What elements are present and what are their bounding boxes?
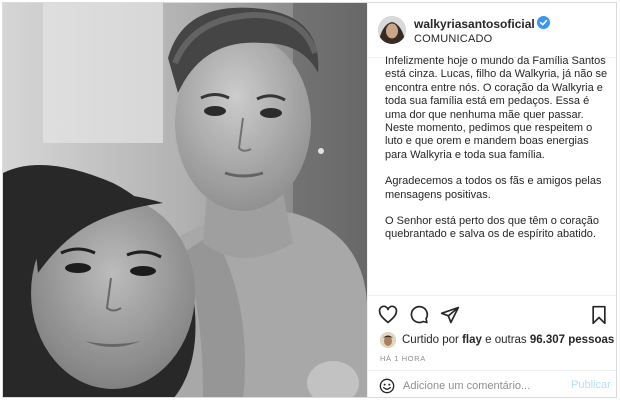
likes-summary: Curtido por flay e outras 96.307 pessoas bbox=[380, 332, 616, 350]
emoji-icon[interactable] bbox=[379, 378, 395, 394]
comment-bar: Publicar bbox=[368, 370, 616, 397]
likes-text: Curtido por flay e outras 96.307 pessoas bbox=[402, 334, 614, 346]
avatar-image bbox=[378, 16, 406, 44]
liker-username[interactable]: flay bbox=[462, 334, 482, 346]
publish-button[interactable]: Publicar bbox=[571, 379, 611, 391]
caption-paragraph: O Senhor está perto dos que têm o coraçã… bbox=[385, 215, 600, 241]
likes-count[interactable]: 96.307 pessoas bbox=[530, 334, 614, 346]
bookmark-icon[interactable] bbox=[589, 305, 609, 325]
post-panel: walkyriasantosoficial COMUNICADO Infeliz… bbox=[367, 3, 616, 397]
username[interactable]: walkyriasantosoficial bbox=[414, 17, 535, 31]
share-icon[interactable] bbox=[440, 305, 460, 325]
post-photo[interactable] bbox=[3, 3, 367, 397]
verified-badge-icon bbox=[537, 16, 550, 29]
likes-prefix: Curtido por bbox=[402, 334, 459, 346]
post-location-subtitle[interactable]: COMUNICADO bbox=[414, 33, 492, 45]
post-timestamp[interactable]: HÁ 1 HORA bbox=[380, 354, 426, 363]
post-caption: Infelizmente hoje o mundo da Família San… bbox=[385, 55, 610, 295]
likes-middle: e outras bbox=[485, 334, 527, 346]
post-header: walkyriasantosoficial COMUNICADO bbox=[368, 3, 616, 58]
photo-image bbox=[3, 3, 367, 397]
liker-avatar[interactable] bbox=[380, 332, 396, 348]
comment-icon[interactable] bbox=[409, 305, 429, 325]
heart-icon[interactable] bbox=[378, 305, 398, 325]
action-bar bbox=[368, 295, 616, 325]
instagram-post: walkyriasantosoficial COMUNICADO Infeliz… bbox=[2, 2, 617, 398]
comment-input[interactable] bbox=[403, 377, 553, 395]
caption-paragraph: Infelizmente hoje o mundo da Família San… bbox=[385, 55, 608, 161]
avatar[interactable] bbox=[378, 16, 406, 44]
caption-paragraph: Agradecemos a todos os fãs e amigos pela… bbox=[385, 175, 602, 201]
